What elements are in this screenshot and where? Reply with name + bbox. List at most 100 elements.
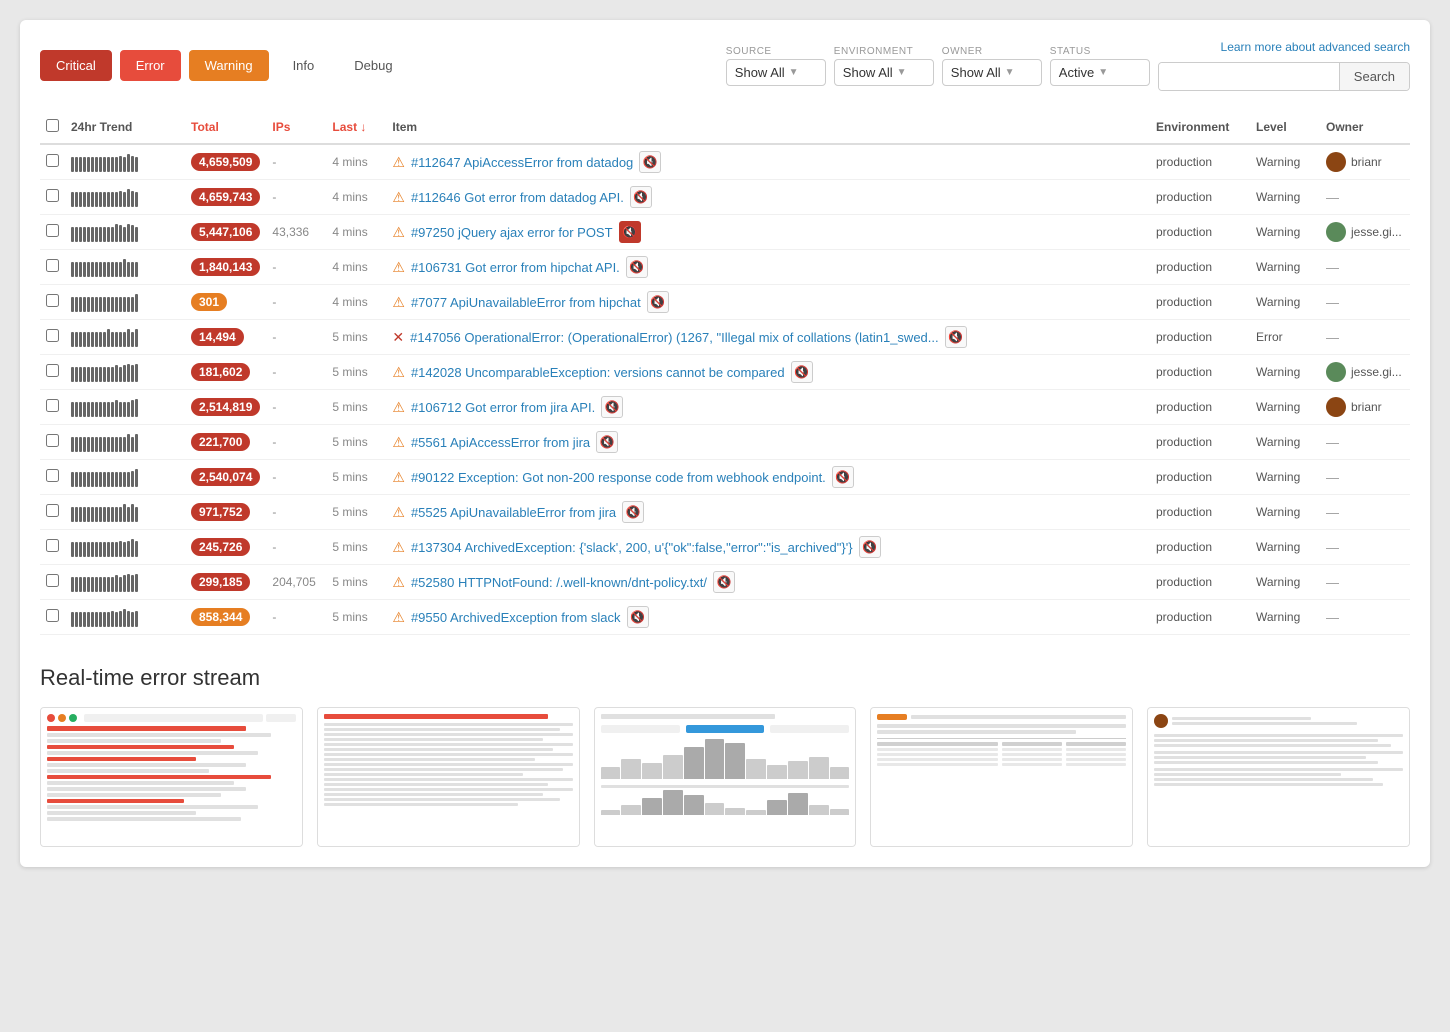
row-checkbox[interactable] <box>46 539 59 552</box>
critical-filter-button[interactable]: Critical <box>40 50 112 81</box>
advanced-search-link[interactable]: Learn more about advanced search <box>1221 40 1410 54</box>
screenshots-row <box>40 707 1410 847</box>
environment-filter-select[interactable]: Show All ▼ <box>834 59 934 86</box>
mute-button[interactable]: 🔇 <box>626 256 648 278</box>
ips-cell: - <box>266 180 326 215</box>
item-link[interactable]: #106712 Got error from jira API. <box>411 400 595 415</box>
screenshot-card-2[interactable] <box>317 707 580 847</box>
screenshot-card-5[interactable] <box>1147 707 1410 847</box>
warning-icon: ⚠ <box>392 224 405 241</box>
item-link[interactable]: #5525 ApiUnavailableError from jira <box>411 505 616 520</box>
row-checkbox[interactable] <box>46 574 59 587</box>
screenshot-card-3[interactable] <box>594 707 857 847</box>
search-input-wrap: Search <box>1158 62 1410 91</box>
search-button[interactable]: Search <box>1339 63 1409 90</box>
trend-bar <box>71 222 179 242</box>
ips-cell: - <box>266 320 326 355</box>
owner-name: brianr <box>1351 400 1382 414</box>
mute-button[interactable]: 🔇 <box>713 571 735 593</box>
col-header-ips: IPs <box>266 111 326 144</box>
row-checkbox[interactable] <box>46 224 59 237</box>
mute-button[interactable]: 🔇 <box>601 396 623 418</box>
owner-col-cell: — <box>1320 530 1410 565</box>
environment-filter-label: ENVIRONMENT <box>834 46 913 57</box>
item-link[interactable]: #52580 HTTPNotFound: /.well-known/dnt-po… <box>411 575 707 590</box>
col-header-item: Item <box>386 111 1150 144</box>
row-checkbox[interactable] <box>46 504 59 517</box>
owner-dash: — <box>1326 435 1339 450</box>
ips-cell: - <box>266 355 326 390</box>
owner-col-cell: brianr <box>1320 144 1410 180</box>
item-cell: ⚠ #9550 ArchivedException from slack 🔇 <box>386 600 1150 635</box>
item-link[interactable]: #106731 Got error from hipchat API. <box>411 260 620 275</box>
owner-col-cell: — <box>1320 250 1410 285</box>
trend-bar <box>71 362 179 382</box>
warning-filter-button[interactable]: Warning <box>189 50 269 81</box>
env-cell: production <box>1150 600 1250 635</box>
item-link[interactable]: #142028 UncomparableException: versions … <box>411 365 785 380</box>
mute-button[interactable]: 🔇 <box>945 326 967 348</box>
mute-button[interactable]: 🔇 <box>639 151 661 173</box>
level-cell: Warning <box>1250 495 1320 530</box>
screenshot-card-4[interactable] <box>870 707 1133 847</box>
trend-cell <box>65 355 185 390</box>
row-checkbox[interactable] <box>46 469 59 482</box>
row-checkbox[interactable] <box>46 434 59 447</box>
mute-button[interactable]: 🔇 <box>647 291 669 313</box>
owner-name: jesse.gi... <box>1351 365 1402 379</box>
row-checkbox[interactable] <box>46 329 59 342</box>
source-chevron-icon: ▼ <box>789 67 799 78</box>
table-row: 14,494 - 5 mins ✕ #147056 OperationalErr… <box>40 320 1410 355</box>
item-link[interactable]: #112647 ApiAccessError from datadog <box>411 155 633 170</box>
item-link[interactable]: #7077 ApiUnavailableError from hipchat <box>411 295 641 310</box>
select-all-checkbox[interactable] <box>46 119 59 132</box>
mute-button[interactable]: 🔇 <box>627 606 649 628</box>
total-badge: 971,752 <box>191 503 250 521</box>
row-checkbox[interactable] <box>46 259 59 272</box>
item-link[interactable]: #147056 OperationalError: (OperationalEr… <box>410 330 939 345</box>
row-checkbox[interactable] <box>46 364 59 377</box>
debug-filter-button[interactable]: Debug <box>338 50 408 81</box>
screenshot-card-1[interactable] <box>40 707 303 847</box>
mute-button[interactable]: 🔇 <box>622 501 644 523</box>
item-link[interactable]: #5561 ApiAccessError from jira <box>411 435 590 450</box>
env-cell: production <box>1150 530 1250 565</box>
owner-filter-select[interactable]: Show All ▼ <box>942 59 1042 86</box>
item-link[interactable]: #9550 ArchivedException from slack <box>411 610 621 625</box>
mute-button[interactable]: 🔇 <box>619 221 641 243</box>
mute-button[interactable]: 🔇 <box>791 361 813 383</box>
row-checkbox[interactable] <box>46 189 59 202</box>
row-checkbox[interactable] <box>46 154 59 167</box>
source-filter-select[interactable]: Show All ▼ <box>726 59 826 86</box>
mute-button[interactable]: 🔇 <box>596 431 618 453</box>
mute-button[interactable]: 🔇 <box>859 536 881 558</box>
trend-bar <box>71 257 179 277</box>
owner-cell: brianr <box>1326 397 1404 417</box>
item-link[interactable]: #97250 jQuery ajax error for POST <box>411 225 613 240</box>
mute-button[interactable]: 🔇 <box>630 186 652 208</box>
item-link[interactable]: #137304 ArchivedException: {'slack', 200… <box>411 540 853 555</box>
last-cell: 4 mins <box>326 215 386 250</box>
row-checkbox[interactable] <box>46 609 59 622</box>
owner-col-cell: jesse.gi... <box>1320 355 1410 390</box>
total-badge: 245,726 <box>191 538 250 556</box>
search-input[interactable] <box>1159 63 1339 90</box>
error-filter-button[interactable]: Error <box>120 50 181 81</box>
status-filter-select[interactable]: Active ▼ <box>1050 59 1150 86</box>
mute-button[interactable]: 🔇 <box>832 466 854 488</box>
avatar <box>1326 222 1346 242</box>
realtime-title: Real-time error stream <box>40 665 1410 691</box>
last-cell: 4 mins <box>326 250 386 285</box>
row-checkbox[interactable] <box>46 294 59 307</box>
row-checkbox[interactable] <box>46 399 59 412</box>
owner-dash: — <box>1326 190 1339 205</box>
item-link[interactable]: #112646 Got error from datadog API. <box>411 190 624 205</box>
owner-cell: jesse.gi... <box>1326 362 1404 382</box>
col-header-last[interactable]: Last ↓ <box>326 111 386 144</box>
trend-bar <box>71 607 179 627</box>
info-filter-button[interactable]: Info <box>277 50 331 81</box>
env-cell: production <box>1150 390 1250 425</box>
total-cell: 301 <box>185 285 266 320</box>
item-link[interactable]: #90122 Exception: Got non-200 response c… <box>411 470 826 485</box>
search-area: Learn more about advanced search Search <box>1158 40 1410 91</box>
